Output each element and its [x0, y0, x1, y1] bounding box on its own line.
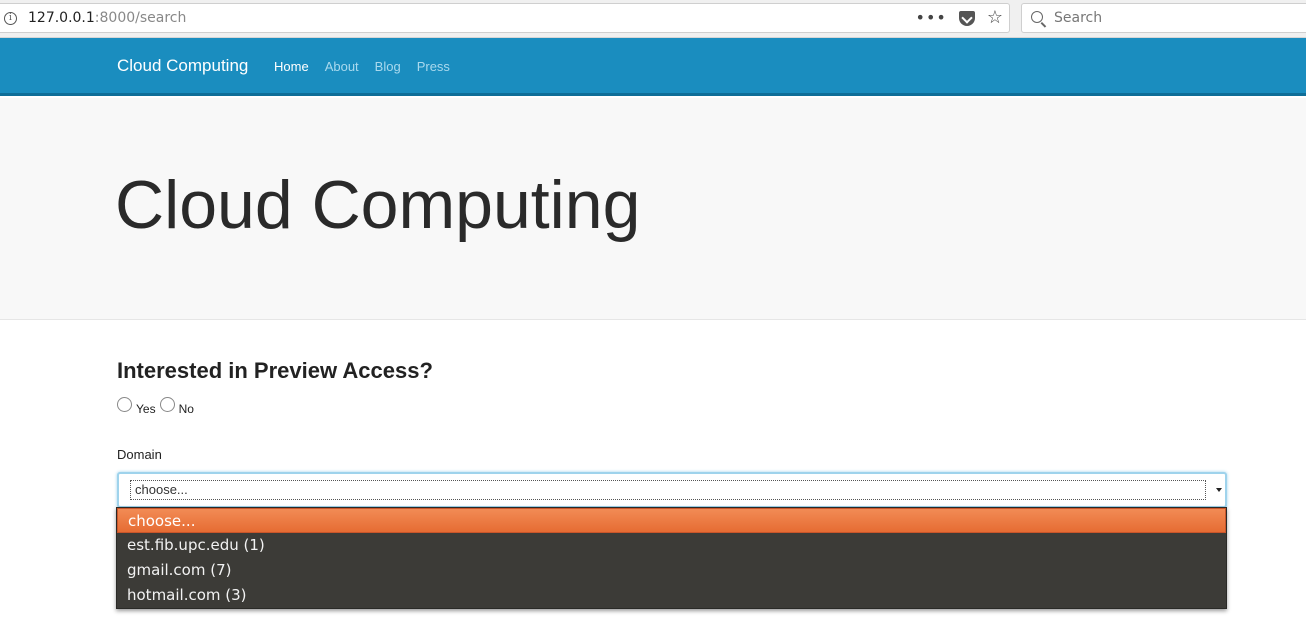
nav-link-home[interactable]: Home: [274, 59, 309, 74]
dropdown-option[interactable]: gmail.com (7): [117, 558, 1226, 583]
url-text: 127.0.0.1:8000/search: [28, 10, 186, 26]
url-host: 127.0.0.1: [28, 10, 95, 26]
jumbotron: Cloud Computing: [0, 98, 1306, 320]
search-icon: [1031, 11, 1043, 23]
browser-toolbar: i 127.0.0.1:8000/search ••• ☆ Search: [0, 0, 1306, 38]
form-heading: Interested in Preview Access?: [117, 358, 433, 383]
dropdown-option[interactable]: est.fib.upc.edu (1): [117, 533, 1226, 558]
pocket-icon[interactable]: [958, 10, 975, 26]
page-title: Cloud Computing: [115, 167, 641, 243]
browser-search-input[interactable]: Search: [1021, 3, 1306, 33]
nav-links: Home About Blog Press: [274, 59, 466, 74]
navbar-brand[interactable]: Cloud Computing: [117, 56, 248, 76]
dropdown-option[interactable]: hotmail.com (3): [117, 583, 1226, 608]
radio-yes-label[interactable]: Yes: [136, 402, 156, 416]
domain-dropdown-list: choose... est.fib.upc.edu (1) gmail.com …: [116, 507, 1227, 609]
search-placeholder: Search: [1054, 10, 1103, 26]
dropdown-option-choose[interactable]: choose...: [117, 508, 1226, 533]
info-icon[interactable]: i: [4, 12, 17, 25]
site-navbar: Cloud Computing Home About Blog Press: [0, 38, 1306, 96]
address-bar[interactable]: i 127.0.0.1:8000/search ••• ☆: [0, 3, 1010, 33]
nav-link-about[interactable]: About: [325, 59, 359, 74]
domain-select[interactable]: choose...: [117, 472, 1227, 508]
radio-no-label[interactable]: No: [179, 402, 194, 416]
radio-yes[interactable]: [117, 397, 132, 412]
bookmark-star-icon[interactable]: ☆: [987, 8, 1003, 28]
url-path: :8000/search: [94, 10, 187, 26]
nav-link-blog[interactable]: Blog: [375, 59, 401, 74]
chevron-down-icon: [1216, 488, 1222, 492]
radio-no[interactable]: [159, 397, 175, 412]
preview-access-radios: Yes No: [117, 397, 198, 416]
nav-link-press[interactable]: Press: [417, 59, 450, 74]
domain-label: Domain: [117, 447, 162, 462]
domain-select-value: choose...: [130, 480, 1206, 500]
more-actions-icon[interactable]: •••: [916, 8, 947, 28]
